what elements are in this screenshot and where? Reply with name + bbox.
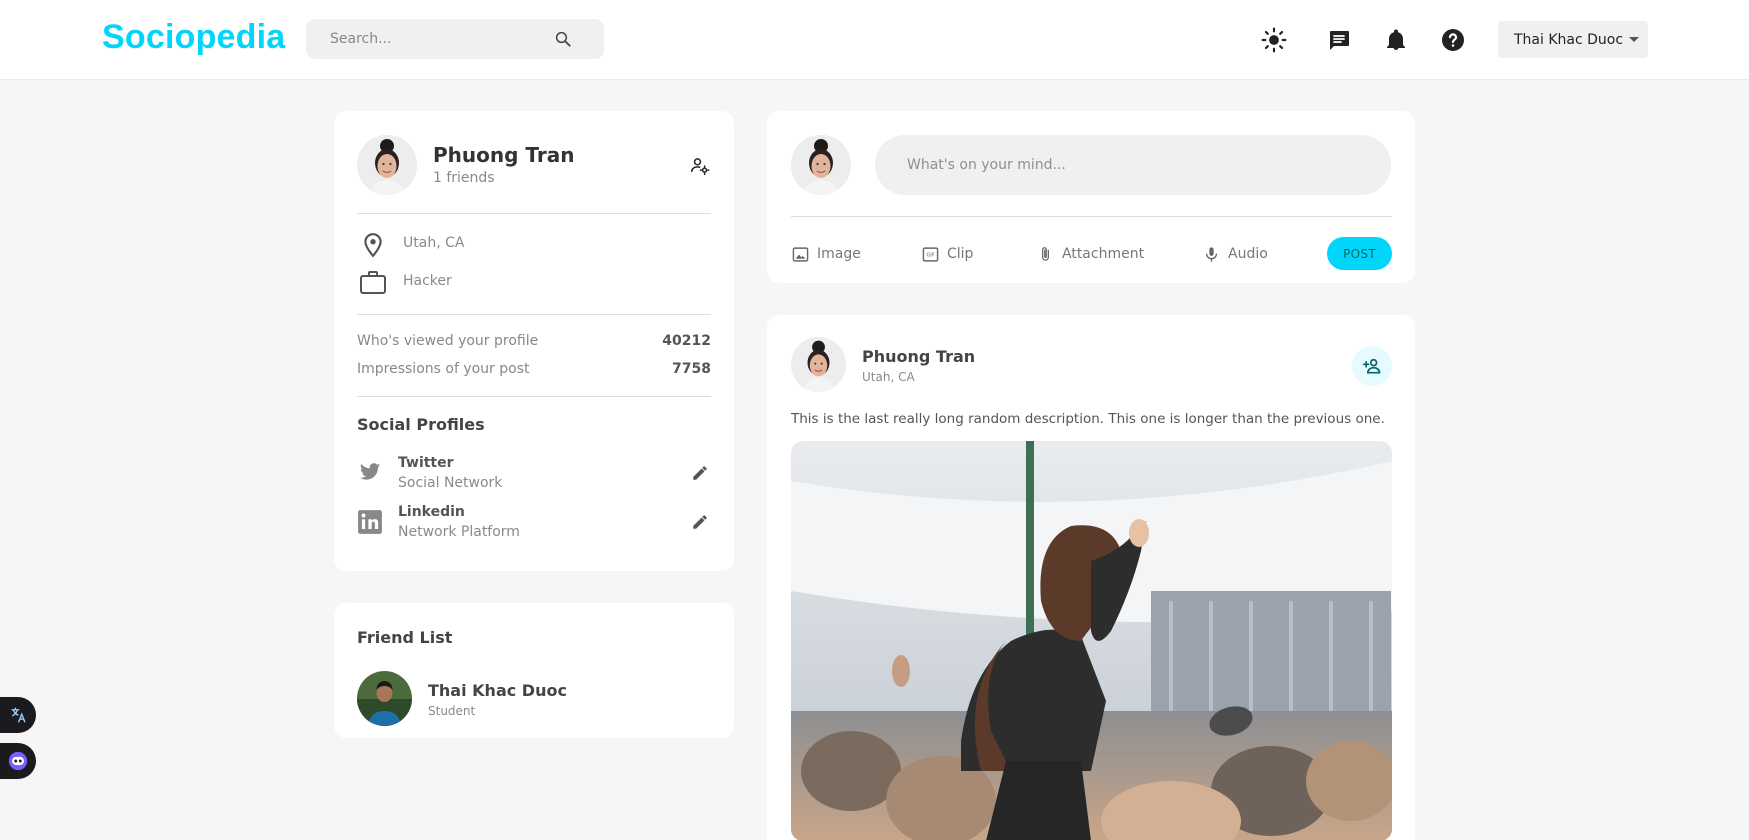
post-author-name[interactable]: Phuong Tran <box>862 347 975 366</box>
twitter-icon <box>357 461 383 487</box>
location-icon <box>360 231 386 263</box>
stat-value: 7758 <box>672 361 711 377</box>
stat-label: Who's viewed your profile <box>357 333 539 349</box>
divider <box>357 213 711 214</box>
post-image[interactable] <box>791 441 1392 840</box>
divider <box>357 314 711 315</box>
post-location: Utah, CA <box>862 370 915 384</box>
post-composer-card: Image GIF Clip Attachment Audio POST <box>767 111 1415 283</box>
edit-icon[interactable] <box>691 513 709 535</box>
post-input-wrapper <box>875 135 1391 195</box>
social-name: Linkedin <box>398 504 465 520</box>
svg-text:GIF: GIF <box>926 252 934 258</box>
linkedin-icon <box>357 509 383 539</box>
social-name: Twitter <box>398 455 454 471</box>
clip-action[interactable]: GIF Clip <box>922 243 973 265</box>
post-card: Phuong Tran Utah, CA This is the last re… <box>767 315 1415 840</box>
attachment-icon <box>1042 246 1049 261</box>
sun-icon[interactable] <box>1261 27 1287 53</box>
clip-label: Clip <box>947 246 974 262</box>
add-friend-button[interactable] <box>1352 346 1392 386</box>
briefcase-icon <box>359 269 387 299</box>
attachment-action[interactable]: Attachment <box>1037 243 1144 265</box>
social-type: Network Platform <box>398 524 520 540</box>
image-label: Image <box>817 246 861 262</box>
user-dropdown[interactable]: Thai Khac Duoc <box>1498 21 1648 58</box>
profile-name[interactable]: Phuong Tran <box>433 143 574 167</box>
assistant-icon <box>8 751 28 771</box>
friend-avatar[interactable] <box>357 671 412 726</box>
translate-icon <box>11 707 26 723</box>
help-icon[interactable] <box>1440 27 1466 53</box>
friend-list-title: Friend List <box>357 628 453 647</box>
image-icon <box>792 246 809 262</box>
audio-label: Audio <box>1228 246 1268 262</box>
translate-button[interactable] <box>0 697 36 733</box>
edit-icon[interactable] <box>691 464 709 486</box>
search-bar <box>306 19 604 59</box>
friend-role: Student <box>428 704 476 718</box>
profile-avatar[interactable] <box>357 135 417 195</box>
divider <box>357 396 711 397</box>
brand-logo[interactable]: Sociopedia <box>102 18 285 57</box>
bell-icon[interactable] <box>1383 27 1409 53</box>
profile-location: Utah, CA <box>403 235 465 251</box>
image-action[interactable]: Image <box>792 243 861 265</box>
stat-value: 40212 <box>662 333 711 349</box>
attachment-label: Attachment <box>1062 246 1145 262</box>
search-input[interactable] <box>330 19 550 59</box>
top-navbar: Sociopedia Thai Khac Duoc <box>0 0 1749 80</box>
post-description: This is the last really long random desc… <box>791 411 1385 427</box>
chevron-down-icon <box>1629 37 1640 42</box>
post-button[interactable]: POST <box>1327 237 1392 270</box>
audio-action[interactable]: Audio <box>1203 243 1268 265</box>
microphone-icon <box>1205 246 1218 262</box>
profile-card: Phuong Tran 1 friends Utah, CA Hacker Wh… <box>334 111 734 571</box>
social-type: Social Network <box>398 475 503 491</box>
friends-count: 1 friends <box>433 170 495 186</box>
composer-avatar <box>791 135 851 195</box>
manage-account-icon[interactable] <box>690 156 710 176</box>
divider <box>791 216 1392 217</box>
stat-label: Impressions of your post <box>357 361 530 377</box>
post-author-avatar[interactable] <box>791 337 846 392</box>
friend-list-card: Friend List Thai Khac Duoc Student <box>334 603 734 738</box>
search-icon[interactable] <box>554 30 572 48</box>
person-add-icon <box>1362 358 1381 374</box>
friend-name[interactable]: Thai Khac Duoc <box>428 681 567 700</box>
post-input[interactable] <box>875 135 1391 195</box>
gif-icon: GIF <box>922 246 939 262</box>
user-name: Thai Khac Duoc <box>1514 31 1624 48</box>
profile-occupation: Hacker <box>403 273 452 289</box>
message-icon[interactable] <box>1326 27 1352 53</box>
social-profiles-title: Social Profiles <box>357 415 485 434</box>
assistant-button[interactable] <box>0 743 36 779</box>
